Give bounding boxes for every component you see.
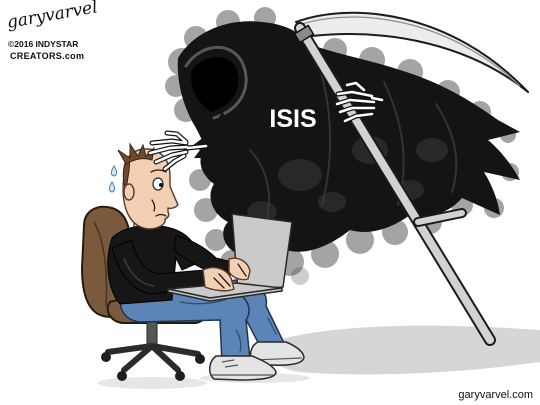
chair-caster <box>175 371 185 381</box>
chair-gas-lift <box>146 321 158 347</box>
pupil <box>159 183 163 187</box>
smoke-swirl <box>416 138 448 162</box>
copyright-notice: ©2016 INDYSTAR <box>8 39 78 49</box>
robe-label: ISIS <box>269 105 316 133</box>
sweat-drop <box>110 165 118 177</box>
chair-caster <box>101 352 111 362</box>
chair-caster <box>117 371 127 381</box>
ear <box>123 183 135 201</box>
editorial-cartoon: ISIS garyvarvel ©2016 INDYSTAR CREATORS.… <box>0 0 540 405</box>
smoke-swirl <box>278 159 322 191</box>
artist-website: garyvarvel.com <box>458 389 533 401</box>
reaper-hand-reaching <box>147 130 209 172</box>
syndicate-credit: CREATORS.com <box>10 51 84 61</box>
reaper-ground-shadow <box>271 325 540 375</box>
chair-star-base <box>105 343 201 373</box>
cartoon-drawing: ISIS garyvarvel ©2016 INDYSTAR CREATORS.… <box>5 0 540 401</box>
smoke-puff <box>291 267 309 285</box>
sweat-drop <box>108 181 116 193</box>
artist-signature: garyvarvel <box>5 0 99 33</box>
chair-shadow <box>97 377 207 389</box>
chair-caster <box>195 354 205 364</box>
